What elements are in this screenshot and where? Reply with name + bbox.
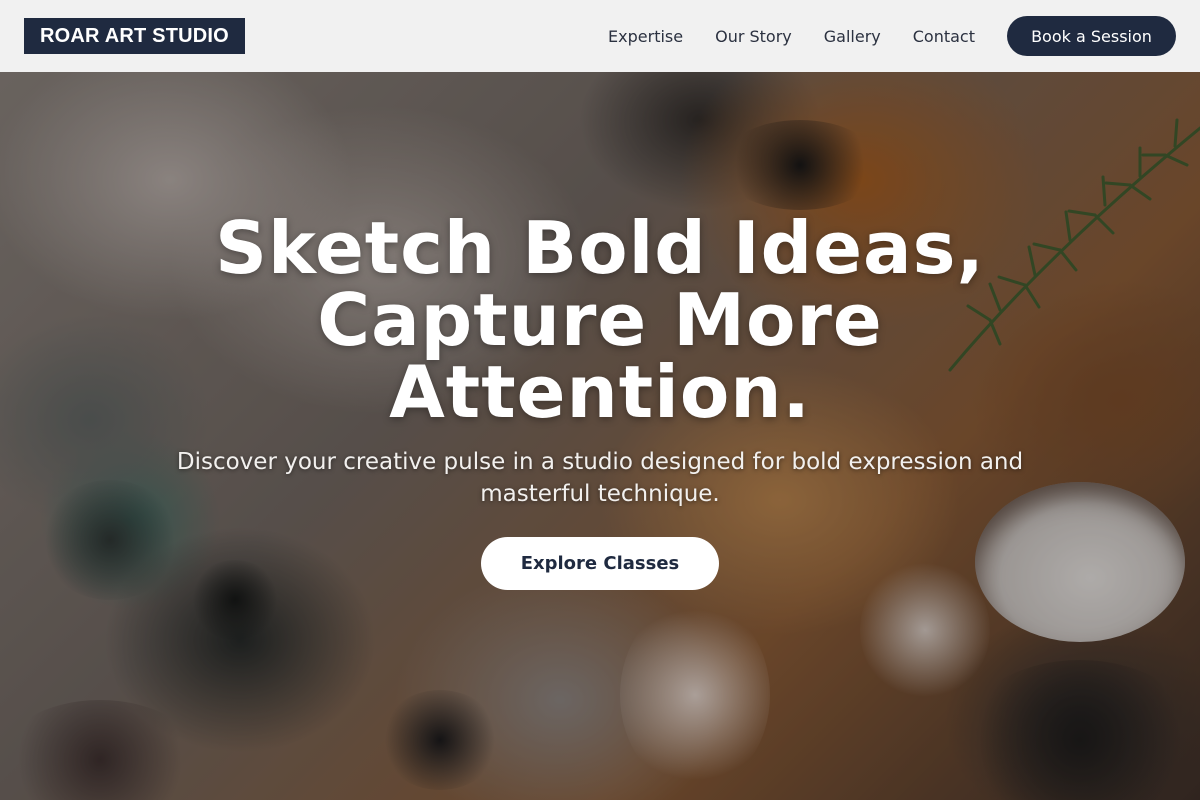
site-header: ROAR ART STUDIO Expertise Our Story Gall…: [0, 0, 1200, 72]
main-nav: Expertise Our Story Gallery Contact: [608, 27, 975, 46]
brand-logo[interactable]: ROAR ART STUDIO: [24, 18, 245, 54]
hero-subtitle: Discover your creative pulse in a studio…: [176, 449, 1024, 507]
explore-classes-button[interactable]: Explore Classes: [481, 537, 719, 590]
book-session-button[interactable]: Book a Session: [1007, 16, 1176, 56]
nav-link-expertise[interactable]: Expertise: [608, 27, 683, 46]
nav-link-contact[interactable]: Contact: [913, 27, 975, 46]
nav-link-our-story[interactable]: Our Story: [715, 27, 792, 46]
nav-link-gallery[interactable]: Gallery: [824, 27, 881, 46]
hero-section: Sketch Bold Ideas, Capture More Attentio…: [0, 200, 1200, 590]
hero-title: Sketch Bold Ideas, Capture More Attentio…: [215, 206, 985, 434]
